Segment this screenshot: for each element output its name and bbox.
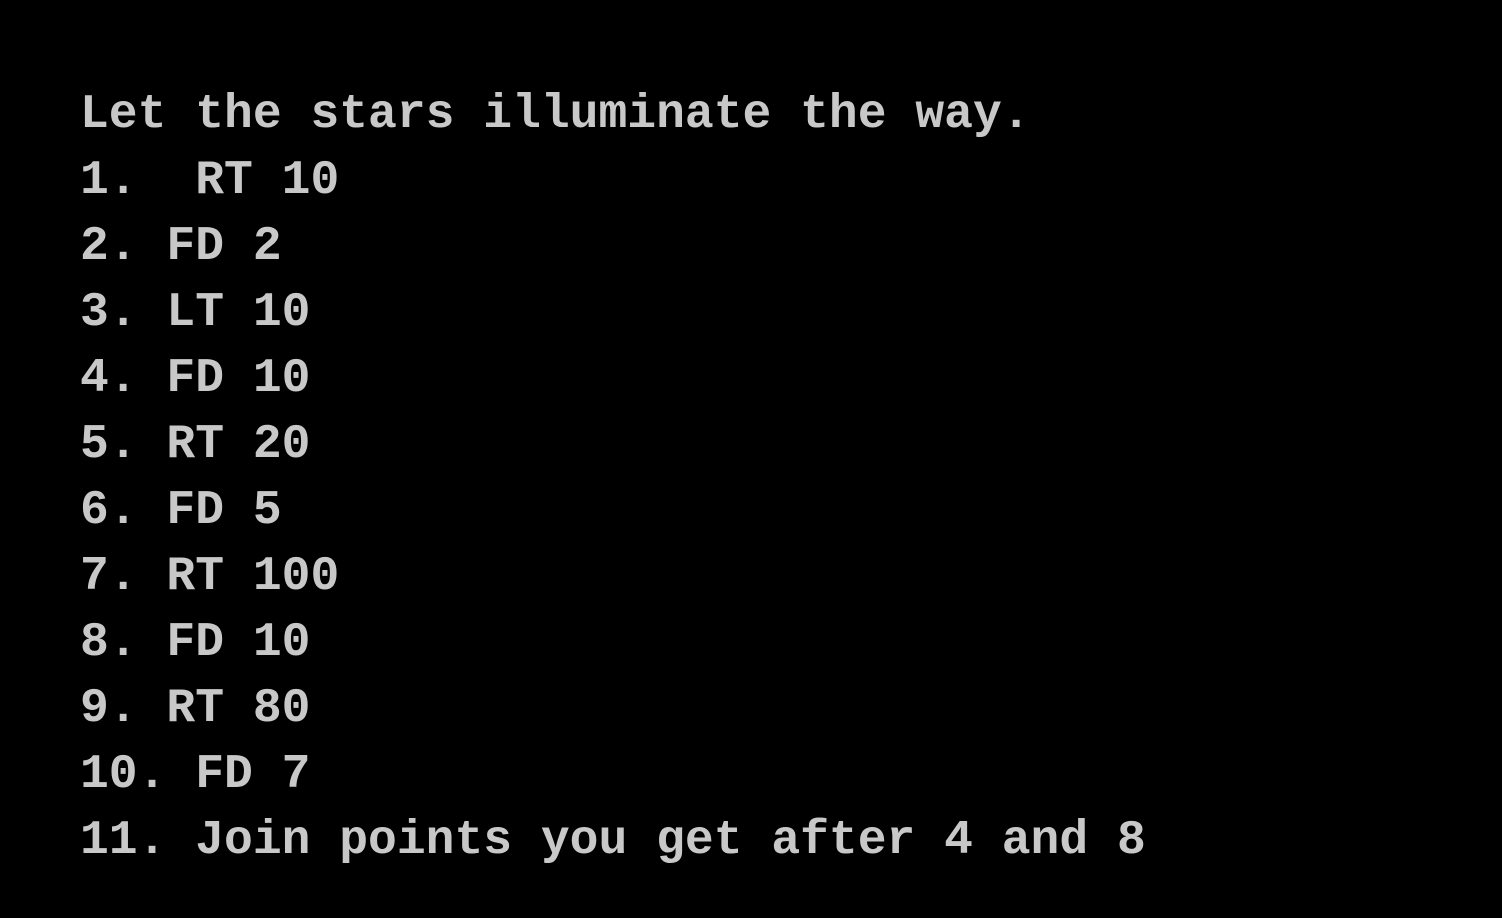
step-line-9: 9. RT 80: [80, 682, 311, 736]
step-line-8: 8. FD 10: [80, 616, 311, 670]
instruction-text-block: Let the stars illuminate the way. 1. RT …: [80, 82, 1146, 874]
step-line-6: 6. FD 5: [80, 484, 282, 538]
step-line-2: 2. FD 2: [80, 220, 282, 274]
step-line-11: 11. Join points you get after 4 and 8: [80, 814, 1146, 868]
step-line-7: 7. RT 100: [80, 550, 340, 604]
step-line-3: 3. LT 10: [80, 286, 311, 340]
step-line-5: 5. RT 20: [80, 418, 311, 472]
step-line-4: 4. FD 10: [80, 352, 311, 406]
step-line-10: 10. FD 7: [80, 748, 311, 802]
slide-page: Let the stars illuminate the way. 1. RT …: [0, 0, 1502, 918]
step-line-1: 1. RT 10: [80, 154, 340, 208]
heading-text: Let the stars illuminate the way.: [80, 88, 1031, 142]
